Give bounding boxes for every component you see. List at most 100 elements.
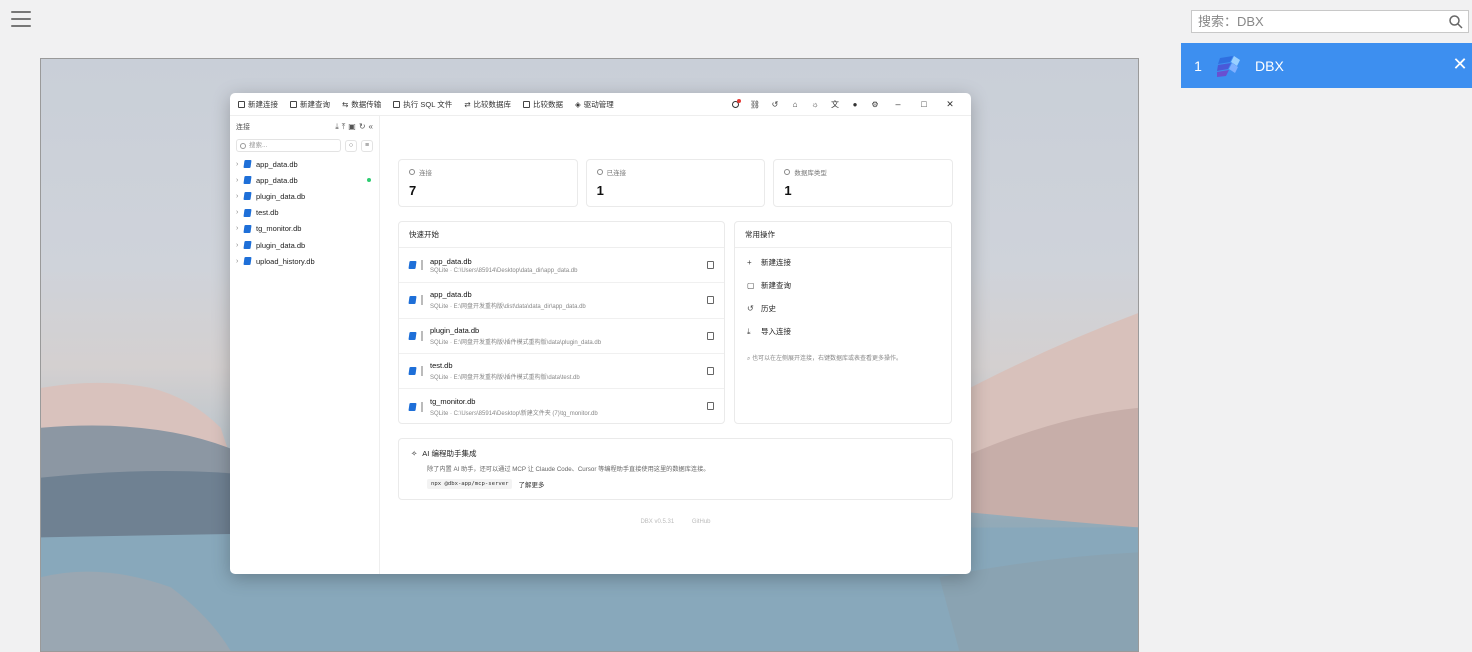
action-new-query[interactable]: ▢ 新建查询 bbox=[735, 274, 951, 297]
toolbar-run-sql-file[interactable]: 执行 SQL 文件 bbox=[393, 99, 452, 110]
export-icon[interactable]: ⤒ bbox=[342, 122, 346, 132]
open-file-icon[interactable] bbox=[707, 366, 714, 375]
open-file-icon[interactable] bbox=[707, 402, 714, 411]
dbx-logo-icon bbox=[1217, 55, 1240, 77]
list-item[interactable]: test.db SQLite · E:\网盘开发重构版\插件模式重构版\data\… bbox=[399, 354, 724, 390]
open-file-icon[interactable] bbox=[707, 331, 714, 340]
database-icon bbox=[409, 169, 415, 175]
toolbar-data-transfer[interactable]: ⇆ 数据传输 bbox=[342, 99, 381, 110]
maximize-button[interactable]: □ bbox=[911, 99, 937, 109]
menu-icon[interactable] bbox=[11, 11, 31, 27]
check-circle-icon bbox=[596, 169, 603, 175]
search-icon[interactable] bbox=[1448, 14, 1464, 30]
toolbar: 新建连接 新建查询 ⇆ 数据传输 执行 SQL 文件 ⇄ 比较数据库 比较数据 ◈ 驱… bbox=[230, 93, 971, 116]
sparkle-icon bbox=[784, 169, 791, 175]
app-window: 新建连接 新建查询 ⇆ 数据传输 执行 SQL 文件 ⇄ 比较数据库 比较数据 ◈ 驱… bbox=[230, 93, 971, 574]
database-icon bbox=[243, 192, 252, 201]
action-history[interactable]: ↺ 历史 bbox=[735, 297, 951, 320]
list-item[interactable]: plugin_data.db SQLite · E:\网盘开发重构版\插件模式重构… bbox=[399, 319, 724, 354]
transfer-icon: ⇆ bbox=[342, 99, 349, 109]
database-icon bbox=[408, 367, 417, 376]
ai-integration-panel: ✧ AI 编程助手集成 除了内置 AI 助手，还可以通过 MCP 让 Claude… bbox=[398, 438, 953, 500]
database-icon bbox=[243, 160, 252, 169]
action-import-connection[interactable]: ⤓ 导入连接 bbox=[735, 320, 951, 343]
search-input[interactable]: 搜索：DBX bbox=[1191, 10, 1469, 33]
version-text: DBX v0.5.31 bbox=[640, 519, 675, 525]
database-icon bbox=[243, 208, 252, 217]
connection-tree: › app_data.db › app_data.db › plugin_data.d… bbox=[236, 156, 373, 269]
database-icon bbox=[243, 224, 252, 233]
quick-start-panel: 快速开始 app_data.db SQLite · C:\Users\85914\… bbox=[398, 221, 725, 424]
filter-circle-icon[interactable]: ○ bbox=[345, 139, 357, 152]
list-item[interactable]: tg_monitor.db SQLite · C:\Users\85914\Des… bbox=[399, 389, 724, 424]
plus-icon: + bbox=[747, 258, 752, 267]
database-icon bbox=[408, 402, 417, 411]
filter-icon[interactable]: ≡ bbox=[361, 139, 373, 152]
stat-card-connections: 连接 7 bbox=[398, 159, 578, 207]
common-actions-title: 常用操作 bbox=[735, 222, 951, 248]
refresh-icon[interactable]: ↻ bbox=[359, 122, 366, 132]
tree-item[interactable]: › upload_history.db bbox=[236, 253, 373, 269]
close-icon[interactable]: ✕ bbox=[1450, 54, 1470, 75]
tree-item[interactable]: › app_data.db bbox=[236, 156, 373, 172]
minimize-button[interactable]: – bbox=[885, 99, 911, 109]
screenshot-preview: 新建连接 新建查询 ⇆ 数据传输 执行 SQL 文件 ⇄ 比较数据库 比较数据 ◈ 驱… bbox=[40, 58, 1139, 652]
link-icon[interactable]: ⛓ bbox=[745, 94, 765, 114]
close-button[interactable]: ✕ bbox=[937, 99, 963, 110]
database-icon bbox=[408, 296, 417, 305]
sidebar: 连接 ⤓ ⤒ ▣ ↻ « 搜索... ○ ≡ › app_data.db › a… bbox=[230, 116, 380, 574]
driver-icon: ◈ bbox=[575, 99, 581, 109]
toolbar-compare-data[interactable]: 比较数据 bbox=[523, 99, 563, 110]
main-content: 连接 7 已连接 1 数据库类型 1 快速开始 app_data.db SQLite ·… bbox=[380, 116, 971, 574]
toolbar-new-connection[interactable]: 新建连接 bbox=[238, 99, 278, 110]
notification-icon[interactable] bbox=[725, 94, 745, 114]
database-icon bbox=[243, 257, 252, 266]
import-icon[interactable]: ⤓ bbox=[335, 122, 339, 132]
database-icon bbox=[243, 241, 252, 250]
open-file-icon[interactable] bbox=[707, 261, 714, 269]
action-new-connection[interactable]: + 新建连接 bbox=[735, 251, 951, 274]
compare-icon: ⇄ bbox=[464, 99, 471, 109]
collapse-icon[interactable]: « bbox=[369, 122, 373, 132]
database-icon bbox=[408, 331, 417, 340]
theme-icon[interactable]: ☼ bbox=[805, 94, 825, 114]
sidebar-title: 连接 bbox=[236, 124, 250, 131]
toolbar-driver-manager[interactable]: ◈ 驱动管理 bbox=[575, 99, 614, 110]
file-icon bbox=[290, 100, 297, 108]
open-file-icon[interactable] bbox=[707, 296, 714, 305]
tree-item[interactable]: › test.db bbox=[236, 205, 373, 221]
common-actions-panel: 常用操作 + 新建连接 ▢ 新建查询 ↺ 历史 ⤓ 导入连接 ⌕ 也可以在左侧展开连接，… bbox=[734, 221, 952, 424]
sidebar-search-input[interactable]: 搜索... bbox=[236, 139, 341, 152]
plugin-icon[interactable]: ⌂ bbox=[785, 94, 805, 114]
github-icon[interactable]: ● bbox=[845, 94, 865, 114]
toolbar-compare-db[interactable]: ⇄ 比较数据库 bbox=[464, 99, 511, 110]
tree-item[interactable]: › plugin_data.db bbox=[236, 237, 373, 253]
connected-indicator bbox=[367, 178, 371, 183]
tree-item[interactable]: › tg_monitor.db bbox=[236, 221, 373, 237]
footer: DBX v0.5.31 GitHub bbox=[380, 519, 971, 525]
stat-card-db-types: 数据库类型 1 bbox=[773, 159, 954, 207]
file-icon: ▢ bbox=[747, 281, 755, 290]
settings-icon[interactable]: ⚙ bbox=[865, 94, 885, 114]
history-icon: ↺ bbox=[747, 304, 754, 313]
list-item[interactable]: app_data.db SQLite · C:\Users\85914\Deskt… bbox=[399, 248, 724, 284]
translate-icon[interactable]: 文 bbox=[825, 94, 845, 114]
toolbar-new-query[interactable]: 新建查询 bbox=[290, 99, 330, 110]
database-icon bbox=[243, 176, 252, 185]
list-item[interactable]: app_data.db SQLite · E:\网盘开发重构版\dist\data… bbox=[399, 283, 724, 319]
file-icon bbox=[393, 100, 401, 108]
hint-text: ⌕ 也可以在左侧展开连接，右键数据库或表查看更多操作。 bbox=[747, 356, 903, 362]
mcp-command[interactable]: npx @dbx-app/mcp-server bbox=[427, 479, 513, 489]
table-icon bbox=[523, 100, 530, 108]
github-link[interactable]: GitHub bbox=[692, 519, 711, 525]
stat-card-connected: 已连接 1 bbox=[585, 159, 766, 207]
task-list-item[interactable]: 1 DBX ✕ bbox=[1181, 43, 1472, 88]
download-icon: ⤓ bbox=[747, 326, 751, 336]
folder-icon[interactable]: ▣ bbox=[348, 122, 356, 132]
sparkle-icon: ✧ bbox=[411, 449, 418, 458]
history-icon[interactable]: ↺ bbox=[765, 94, 785, 114]
tree-item[interactable]: › app_data.db bbox=[236, 172, 373, 188]
tree-item[interactable]: › plugin_data.db bbox=[236, 188, 373, 204]
database-icon bbox=[238, 100, 245, 108]
learn-more-link[interactable]: 了解更多 bbox=[518, 479, 544, 489]
